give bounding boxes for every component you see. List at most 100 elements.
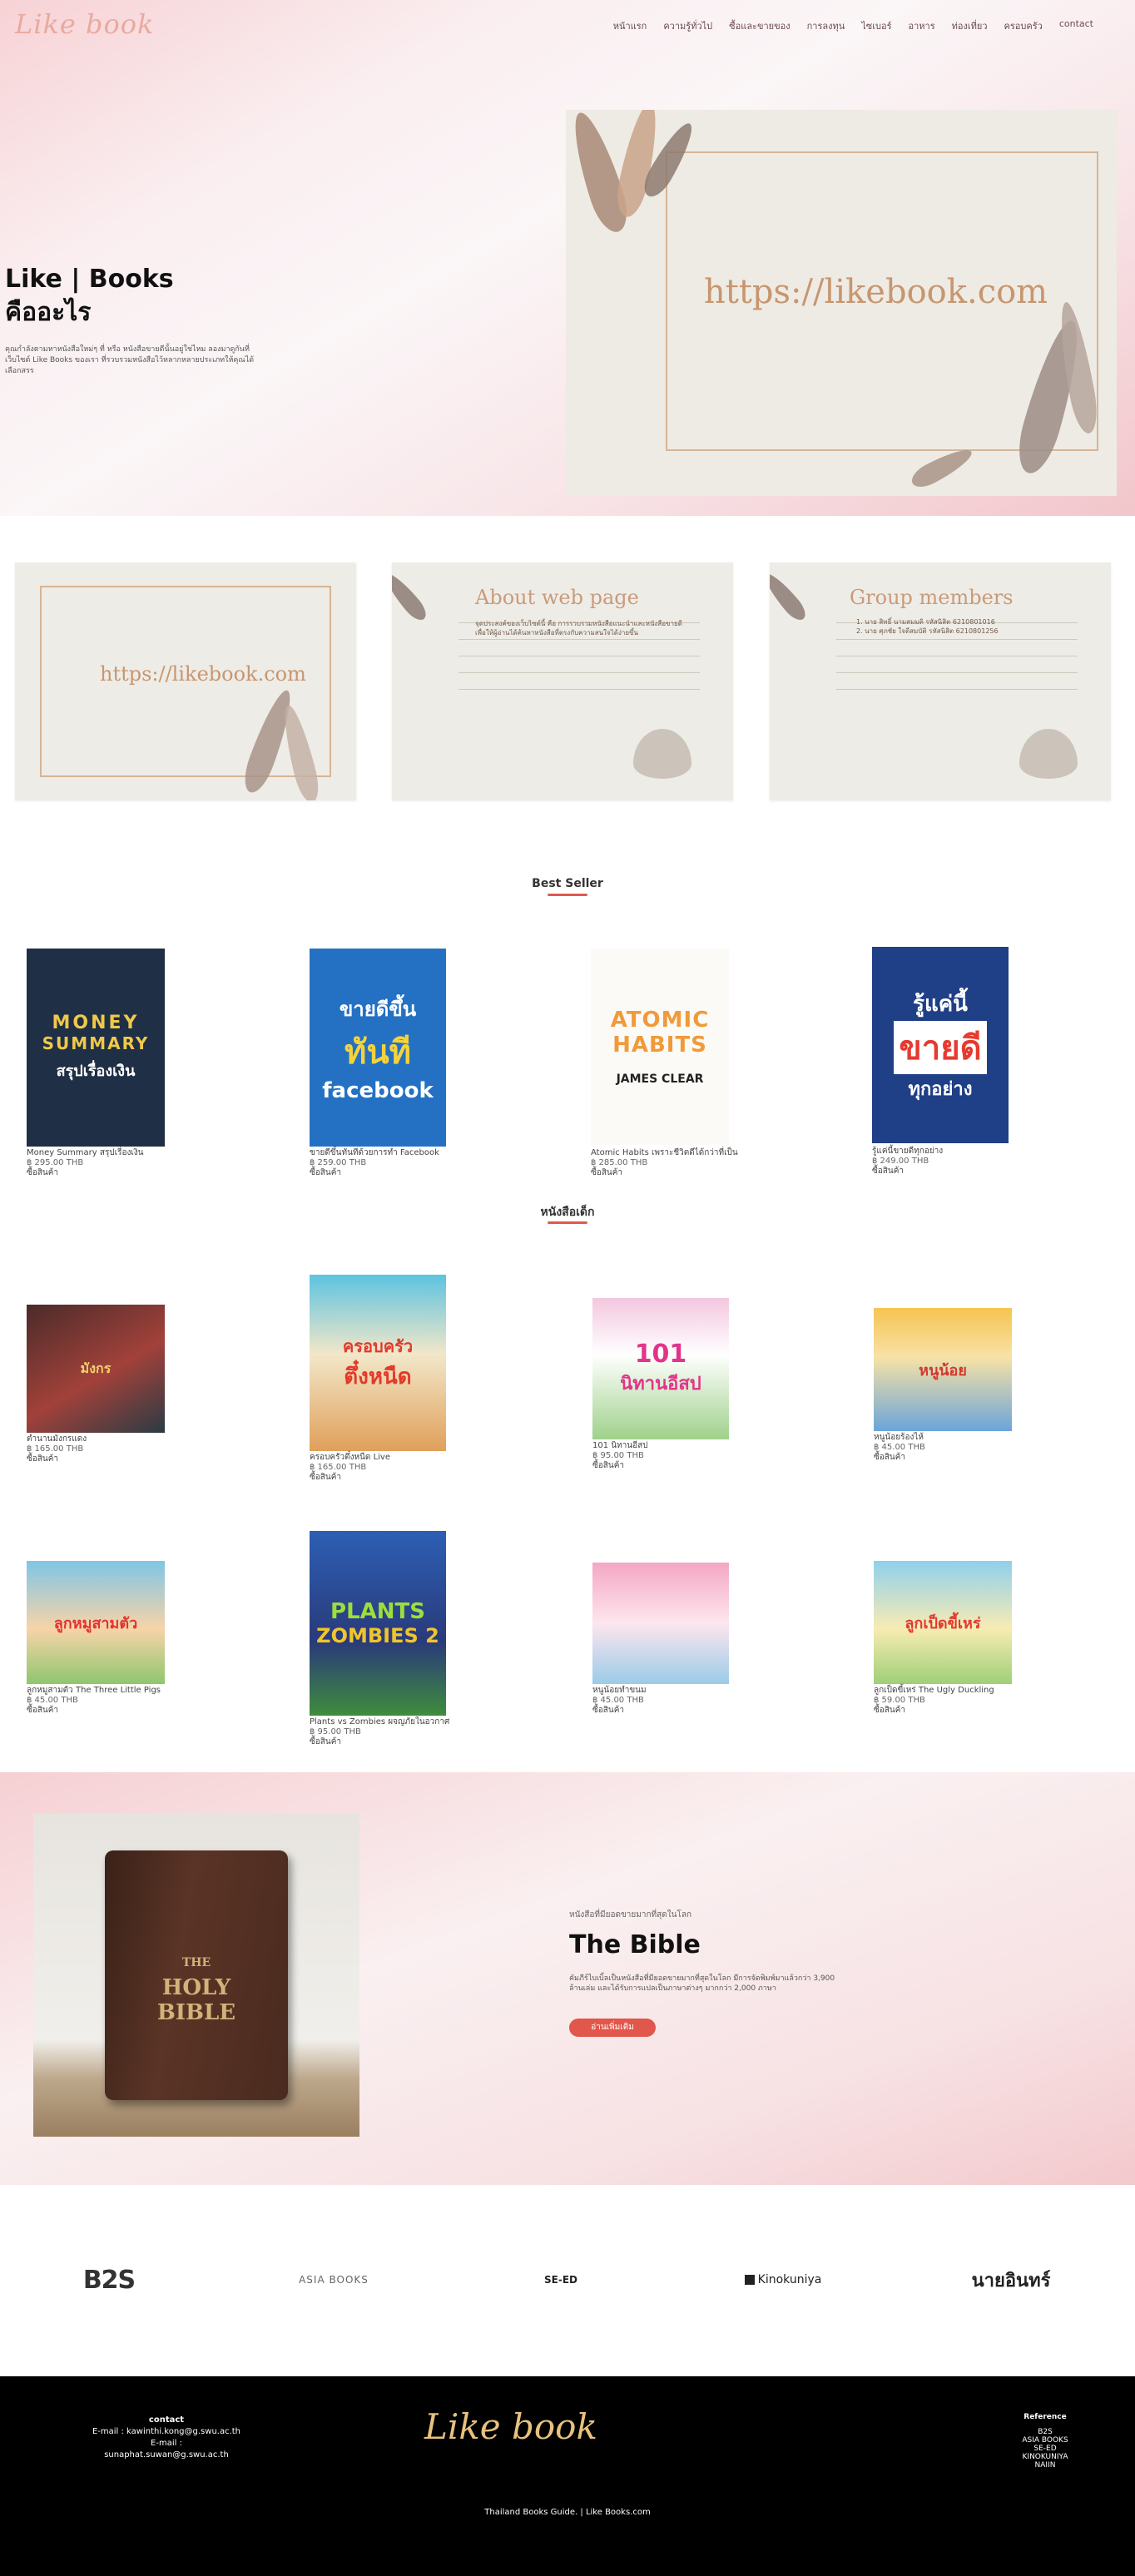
book-info: ตำนานมังกรแดง ฿ 165.00 THB ซื้อสินค้า (27, 1434, 210, 1464)
book-name: รู้แค่นี้ขายดีทุกอย่าง (872, 1147, 944, 1156)
footer-contact: contact E-mail : kawinthi.kong@g.swu.ac.… (92, 2415, 241, 2461)
cover-text: MONEY (52, 1013, 140, 1033)
book-cover[interactable]: รู้แค่นี้ ขายดี ทุกอย่าง (872, 947, 1009, 1143)
intro-card-url[interactable]: https://likebook.com (15, 562, 356, 800)
intro-card-members[interactable]: Group members 1. นาย สิทธิ์ นามสมมติ รหั… (770, 562, 1111, 800)
nav-food[interactable]: อาหาร (909, 18, 935, 33)
book-cover[interactable]: ขายดีขึ้น ทันที facebook (310, 949, 446, 1147)
book-info: ครอบครัวตึ๋งหนืด Live ฿ 165.00 THB ซื้อส… (310, 1453, 493, 1483)
book-name: Plants vs Zombies ผจญภัยในอวกาศ (310, 1717, 450, 1726)
buy-link[interactable]: ซื้อสินค้า (310, 1168, 493, 1178)
bestseller-underline (548, 894, 587, 896)
main-nav: หน้าแรก ความรู้ทั่วไป ซื้อและขายของ การล… (613, 18, 1093, 33)
feature-subtitle: หนังสือที่มียอดขายมากที่สุดในโลก (569, 1910, 691, 1920)
buy-link[interactable]: ซื้อสินค้า (27, 1168, 210, 1178)
footer-logo[interactable]: Like book (424, 2406, 597, 2447)
about-text: จุดประสงค์ของเว็บไซต์นี้ คือ การรวบรวมหน… (475, 620, 682, 637)
reference-link[interactable]: KINOKUNIYA (1004, 2453, 1087, 2461)
cover-text: ขายดีขึ้น (339, 997, 417, 1021)
buy-link[interactable]: ซื้อสินค้า (310, 1737, 509, 1747)
footer-reference: Reference B2S ASIA BOOKS SE-ED KINOKUNIY… (1004, 2413, 1087, 2469)
reference-link[interactable]: ASIA BOOKS (1004, 2436, 1087, 2445)
hero-title: Like | Books คืออะไร (5, 263, 174, 329)
site-logo[interactable]: Like book (15, 8, 154, 40)
book-name: หนูน้อยทำขนม (592, 1686, 647, 1695)
buy-link[interactable]: ซื้อสินค้า (592, 1706, 776, 1716)
book-cover[interactable]: ลูกเป็ดขี้เหร่ (874, 1561, 1012, 1684)
book-cover[interactable]: มังกร (27, 1305, 165, 1433)
reference-link[interactable]: B2S (1004, 2428, 1087, 2436)
book-price: ฿ 45.00 THB (27, 1696, 78, 1705)
partner-name: ASIA BOOKS (299, 2274, 369, 2286)
about-title: About web page (475, 586, 639, 609)
partner-asiabooks-logo[interactable]: ASIA BOOKS (288, 2261, 379, 2298)
buy-link[interactable]: ซื้อสินค้า (592, 1461, 776, 1471)
partner-seed-logo[interactable]: SE-ED (528, 2261, 594, 2298)
nav-home[interactable]: หน้าแรก (613, 18, 647, 33)
buy-link[interactable]: ซื้อสินค้า (872, 1167, 1055, 1177)
buy-link[interactable]: ซื้อสินค้า (591, 1168, 774, 1178)
bible-book-image: THE HOLY BIBLE (105, 1850, 288, 2100)
read-more-button[interactable]: อ่านเพิ่มเติม (569, 2019, 656, 2037)
book-name: 101 นิทานอีสป (592, 1441, 648, 1450)
cover-text: มังกร (80, 1360, 112, 1376)
branch-decoration (392, 568, 431, 625)
buy-link[interactable]: ซื้อสินค้า (310, 1473, 493, 1483)
book-cover[interactable]: PLANTS ZOMBIES 2 (310, 1531, 446, 1716)
book-price: ฿ 295.00 THB (27, 1158, 84, 1167)
book-name: Money Summary สรุปเรื่องเงิน (27, 1148, 144, 1157)
book-cover[interactable]: MONEY SUMMARY สรุปเรื่องเงิน (27, 949, 165, 1147)
reference-link[interactable]: SE-ED (1004, 2445, 1087, 2453)
members-title: Group members (850, 586, 1014, 609)
buy-link[interactable]: ซื้อสินค้า (874, 1706, 1057, 1716)
book-cover[interactable]: 101 นิทานอีสป (592, 1298, 729, 1439)
branch-decoration (1019, 729, 1078, 779)
contact-title: contact (148, 2415, 185, 2425)
partner-b2s-logo[interactable]: B2S (72, 2261, 146, 2298)
nav-travel[interactable]: ท่องเที่ยว (952, 18, 988, 33)
member-2: 2. นาย ศุภชัย ใจดีสมบัติ รหัสนิสิต 62108… (856, 627, 999, 635)
contact-email-2[interactable]: E-mail : sunaphat.suwan@g.swu.ac.th (92, 2438, 241, 2461)
nav-shopping[interactable]: ซื้อและขายของ (729, 18, 790, 33)
bible-cover-line: THE (181, 1956, 211, 1969)
nav-investment[interactable]: การลงทุน (807, 18, 845, 33)
book-cover[interactable]: หนูน้อย (874, 1308, 1012, 1431)
book-price: ฿ 165.00 THB (27, 1444, 84, 1454)
bible-cover-line: BIBLE (156, 2000, 236, 2025)
book-price: ฿ 259.00 THB (310, 1158, 367, 1167)
nav-family[interactable]: ครอบครัว (1004, 18, 1043, 33)
buy-link[interactable]: ซื้อสินค้า (874, 1453, 1057, 1463)
book-price: ฿ 165.00 THB (310, 1463, 367, 1472)
hero-description: คุณกำลังตามหาหนังสือใหม่ๆ ที่ หรือ หนังส… (5, 345, 255, 375)
buy-link[interactable]: ซื้อสินค้า (27, 1454, 210, 1464)
feature-title: The Bible (569, 1930, 701, 1959)
partner-naiin-logo[interactable]: นายอินทร์ (965, 2261, 1057, 2298)
bible-cover-line: HOLY (161, 1975, 231, 2000)
intro-cards: https://likebook.com About web page จุดป… (0, 562, 1135, 804)
nav-cyber[interactable]: ไซเบอร์ (861, 18, 891, 33)
kinokuniya-mark-icon (744, 2275, 755, 2285)
book-name: ลูกเป็ดขี้เหร่ The Ugly Duckling (874, 1686, 994, 1695)
reference-link[interactable]: NAIIN (1004, 2461, 1087, 2469)
cover-text: facebook (322, 1077, 434, 1103)
partner-kinokuniya-logo[interactable]: Kinokuniya (737, 2261, 829, 2298)
book-cover[interactable]: ลูกหมูสามตัว (27, 1561, 165, 1684)
book-name: Atomic Habits เพราะชีวิตดีได้กว่าที่เป็น (591, 1148, 738, 1157)
partner-name: Kinokuniya (757, 2273, 822, 2286)
book-cover[interactable]: ATOMIC HABITS JAMES CLEAR (591, 949, 729, 1145)
cover-text: หนูน้อย (919, 1361, 967, 1380)
nav-contact[interactable]: contact (1059, 18, 1093, 33)
cover-text: ตึ๋งหนืด (344, 1364, 412, 1390)
book-cover[interactable] (592, 1563, 729, 1684)
nav-knowledge[interactable]: ความรู้ทั่วไป (663, 18, 712, 33)
book-info: 101 นิทานอีสป ฿ 95.00 THB ซื้อสินค้า (592, 1441, 776, 1471)
cover-text: HABITS (612, 1033, 707, 1058)
book-cover[interactable]: ครอบครัว ตึ๋งหนืด (310, 1275, 446, 1451)
intro-card-about[interactable]: About web page จุดประสงค์ของเว็บไซต์นี้ … (392, 562, 733, 800)
book-info: รู้แค่นี้ขายดีทุกอย่าง ฿ 249.00 THB ซื้อ… (872, 1147, 1055, 1177)
branch-decoration (633, 729, 691, 779)
buy-link[interactable]: ซื้อสินค้า (27, 1706, 210, 1716)
contact-email-1[interactable]: E-mail : kawinthi.kong@g.swu.ac.th (92, 2426, 241, 2438)
book-price: ฿ 95.00 THB (592, 1451, 644, 1460)
member-1: 1. นาย สิทธิ์ นามสมมติ รหัสนิสิต 6210801… (856, 618, 995, 626)
